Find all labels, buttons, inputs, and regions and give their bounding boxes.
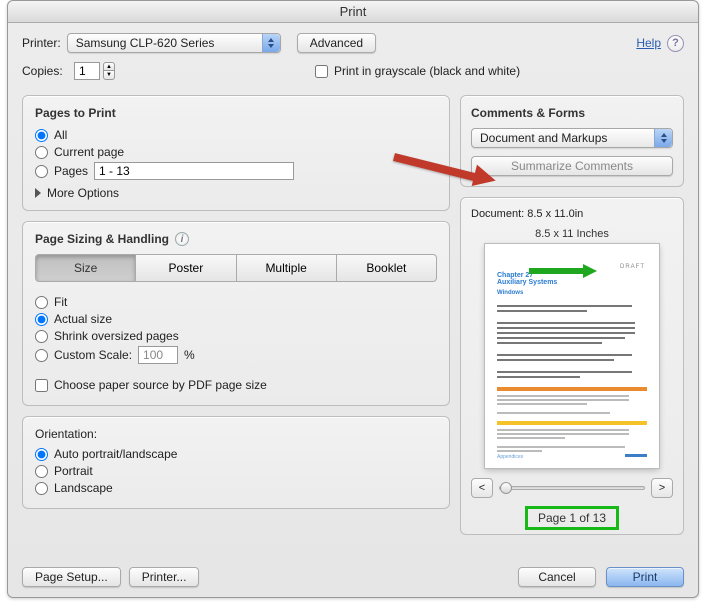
orientation-auto-radio[interactable] xyxy=(35,448,48,461)
orientation-landscape-radio[interactable] xyxy=(35,482,48,495)
print-button[interactable]: Print xyxy=(606,567,684,587)
actual-label: Actual size xyxy=(54,312,112,326)
pages-all-radio[interactable] xyxy=(35,129,48,142)
actual-row[interactable]: Actual size xyxy=(35,312,437,326)
help-icon[interactable]: ? xyxy=(667,35,684,52)
comments-select[interactable]: Document and Markups xyxy=(471,128,673,148)
percent-label: % xyxy=(184,348,195,362)
more-options-label: More Options xyxy=(47,186,119,200)
pages-current-label: Current page xyxy=(54,145,124,159)
summarize-comments-button[interactable]: Summarize Comments xyxy=(471,156,673,176)
custom-label: Custom Scale: xyxy=(54,348,132,362)
pages-range-radio[interactable] xyxy=(35,165,48,178)
slider-thumb[interactable] xyxy=(500,482,512,494)
print-dialog: Print Printer: Samsung CLP-620 Series Ad… xyxy=(7,0,699,598)
page-sizing-title-text: Page Sizing & Handling xyxy=(35,232,169,246)
pages-current-radio[interactable] xyxy=(35,146,48,159)
document-size-label: Document: 8.5 x 11.0in xyxy=(471,208,673,220)
printer-button[interactable]: Printer... xyxy=(129,567,200,587)
pages-to-print-box: Pages to Print All Current page Pages xyxy=(22,95,450,211)
paper-source-label: Choose paper source by PDF page size xyxy=(54,378,267,392)
comments-forms-title: Comments & Forms xyxy=(471,106,673,120)
orientation-portrait-row[interactable]: Portrait xyxy=(35,464,437,478)
chevron-updown-icon xyxy=(262,34,280,52)
printer-select[interactable]: Samsung CLP-620 Series xyxy=(67,33,281,53)
sizing-segment: Size Poster Multiple Booklet xyxy=(35,254,437,282)
red-arrow-annotation xyxy=(394,153,500,195)
fit-label: Fit xyxy=(54,295,67,309)
stepper-up-icon[interactable]: ▲ xyxy=(103,62,115,71)
preview-prev-button[interactable]: < xyxy=(471,478,493,498)
pages-all-row[interactable]: All xyxy=(35,128,437,142)
orientation-auto-label: Auto portrait/landscape xyxy=(54,447,177,461)
orientation-box: Orientation: Auto portrait/landscape Por… xyxy=(22,416,450,509)
copies-stepper[interactable]: ▲ ▼ xyxy=(103,62,115,80)
custom-scale-input xyxy=(138,346,178,364)
actual-radio[interactable] xyxy=(35,313,48,326)
info-icon[interactable]: i xyxy=(175,232,189,246)
preview-page: DRAFT Chapter 27Auxiliary Systems Window… xyxy=(485,244,659,468)
printer-label: Printer: xyxy=(22,36,61,50)
more-options-toggle[interactable]: More Options xyxy=(35,186,437,200)
draft-watermark: DRAFT xyxy=(620,264,645,270)
shrink-row[interactable]: Shrink oversized pages xyxy=(35,329,437,343)
page-sizing-box: Page Sizing & Handling i Size Poster Mul… xyxy=(22,221,450,406)
grayscale-label: Print in grayscale (black and white) xyxy=(334,64,520,78)
custom-radio[interactable] xyxy=(35,349,48,362)
page-indicator: Page 1 of 13 xyxy=(525,506,619,530)
seg-size-button[interactable]: Size xyxy=(35,254,136,282)
paper-source-row[interactable]: Choose paper source by PDF page size xyxy=(35,378,437,392)
orientation-auto-row[interactable]: Auto portrait/landscape xyxy=(35,447,437,461)
orientation-portrait-label: Portrait xyxy=(54,464,93,478)
orientation-landscape-label: Landscape xyxy=(54,481,113,495)
paper-source-checkbox[interactable] xyxy=(35,379,48,392)
fit-row[interactable]: Fit xyxy=(35,295,437,309)
page-sizing-title: Page Sizing & Handling i xyxy=(35,232,437,246)
stepper-down-icon[interactable]: ▼ xyxy=(103,71,115,80)
copies-label: Copies: xyxy=(22,64,68,78)
preview-next-button[interactable]: > xyxy=(651,478,673,498)
window-title: Print xyxy=(8,1,698,23)
orientation-title: Orientation: xyxy=(35,427,437,441)
cancel-button[interactable]: Cancel xyxy=(518,567,596,587)
orientation-portrait-radio[interactable] xyxy=(35,465,48,478)
seg-multiple-button[interactable]: Multiple xyxy=(237,254,337,282)
comments-select-value: Document and Markups xyxy=(480,131,607,145)
pages-range-input[interactable] xyxy=(94,162,294,180)
orientation-landscape-row[interactable]: Landscape xyxy=(35,481,437,495)
pages-range-label: Pages xyxy=(54,164,88,178)
printer-select-value: Samsung CLP-620 Series xyxy=(76,36,215,50)
custom-row[interactable]: Custom Scale: % xyxy=(35,346,437,364)
pages-range-row[interactable]: Pages xyxy=(35,162,437,180)
shrink-radio[interactable] xyxy=(35,330,48,343)
fit-radio[interactable] xyxy=(35,296,48,309)
copies-input[interactable] xyxy=(74,62,100,80)
seg-booklet-button[interactable]: Booklet xyxy=(337,254,437,282)
pages-to-print-title: Pages to Print xyxy=(35,106,437,120)
advanced-button[interactable]: Advanced xyxy=(297,33,376,53)
pages-all-label: All xyxy=(54,128,67,142)
grayscale-input[interactable] xyxy=(315,65,328,78)
disclosure-right-icon xyxy=(35,188,41,198)
green-arrow-annotation xyxy=(529,264,601,278)
seg-poster-button[interactable]: Poster xyxy=(136,254,236,282)
help-link[interactable]: Help xyxy=(636,36,661,50)
grayscale-checkbox[interactable]: Print in grayscale (black and white) xyxy=(315,64,520,78)
preview-slider[interactable] xyxy=(499,486,645,490)
preview-size-label: 8.5 x 11 Inches xyxy=(471,228,673,240)
chevron-updown-icon xyxy=(654,129,672,147)
shrink-label: Shrink oversized pages xyxy=(54,329,179,343)
pages-current-row[interactable]: Current page xyxy=(35,145,437,159)
preview-box: Document: 8.5 x 11.0in 8.5 x 11 Inches D… xyxy=(460,197,684,535)
page-setup-button[interactable]: Page Setup... xyxy=(22,567,121,587)
